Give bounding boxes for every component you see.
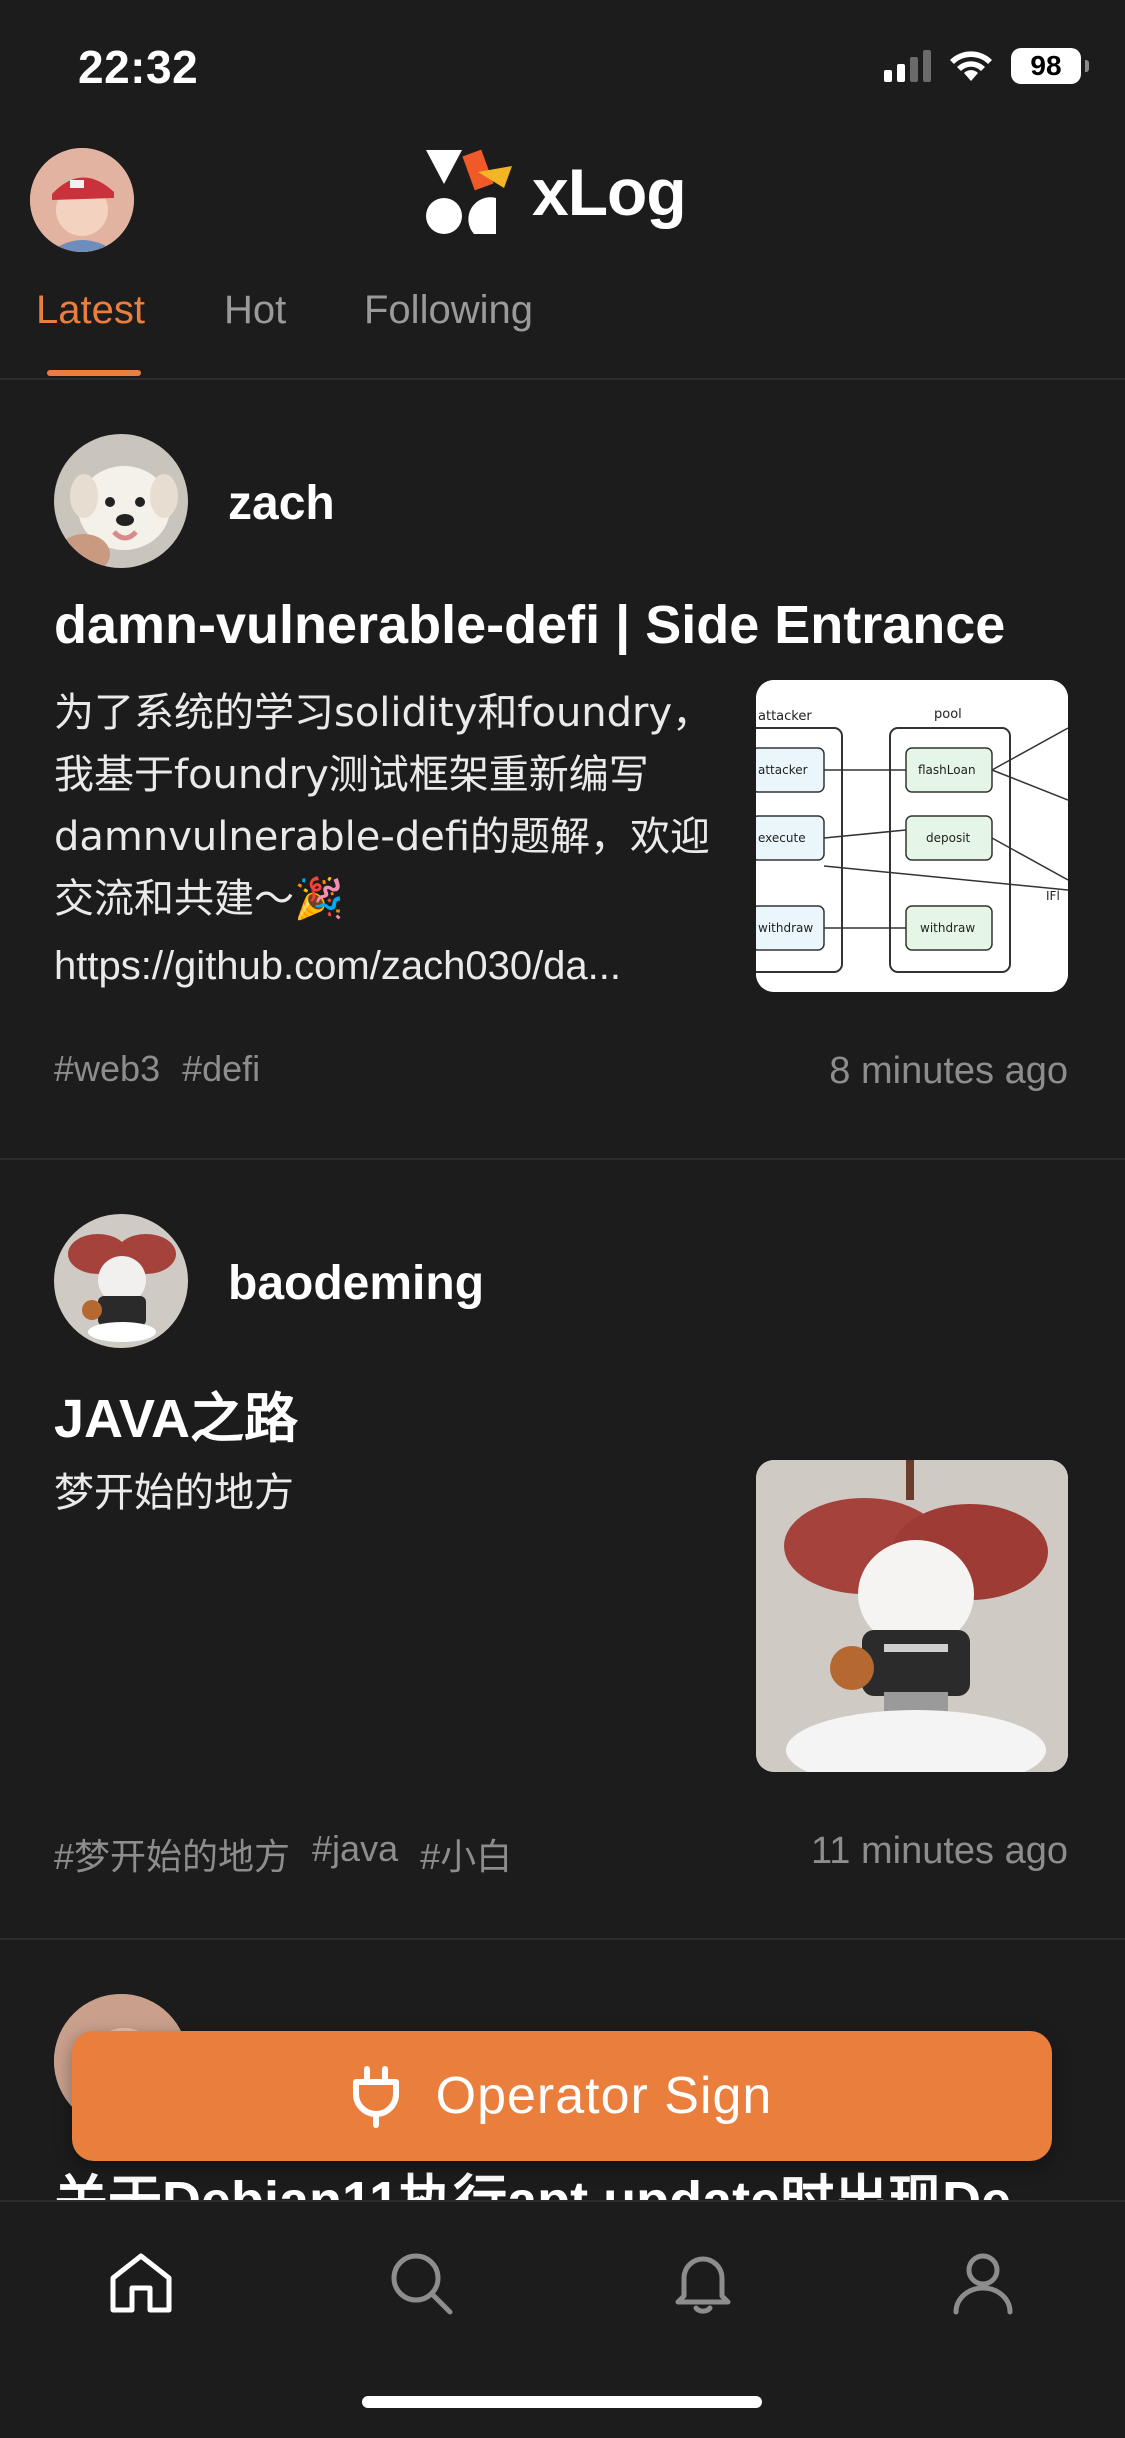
- svg-text:flashLoan: flashLoan: [918, 763, 976, 777]
- svg-text:IFl: IFl: [1046, 889, 1060, 903]
- author-name[interactable]: baodeming: [228, 1256, 484, 1311]
- app-logo: xLog: [424, 146, 687, 238]
- post-timestamp: 8 minutes ago: [829, 1050, 1068, 1092]
- tab-hot[interactable]: Hot: [224, 288, 286, 333]
- nav-home[interactable]: [96, 2238, 186, 2328]
- post-thumbnail[interactable]: [756, 1460, 1068, 1772]
- svg-text:attacker: attacker: [758, 763, 808, 777]
- post-tags: #web3 #defi: [54, 1048, 260, 1090]
- post-tags: #梦开始的地方 #java #小白: [54, 1828, 512, 1880]
- profile-icon: [953, 2253, 1013, 2315]
- svg-text:deposit: deposit: [926, 831, 971, 845]
- search-icon: [391, 2253, 453, 2315]
- app-name: xLog: [532, 155, 687, 229]
- svg-text:attacker: attacker: [758, 709, 812, 724]
- nav-profile[interactable]: [938, 2238, 1028, 2328]
- feed-tabs: Latest Hot Following: [0, 282, 1125, 378]
- active-tab-indicator: [47, 370, 141, 376]
- user-avatar[interactable]: [30, 148, 134, 252]
- svg-text:execute: execute: [758, 831, 806, 845]
- nav-search[interactable]: [376, 2238, 466, 2328]
- operator-sign-button[interactable]: Operator Sign: [72, 2031, 1052, 2161]
- status-icons: 98: [884, 48, 1089, 84]
- author-avatar[interactable]: [54, 1214, 188, 1348]
- wifi-icon: [950, 51, 992, 81]
- post-title[interactable]: JAVA之路: [54, 1374, 298, 1453]
- post-card[interactable]: baodeming JAVA之路 梦开始的地方 #梦开始的地方 #java #小…: [0, 1160, 1125, 1938]
- tab-following[interactable]: Following: [364, 288, 533, 333]
- tag[interactable]: #defi: [182, 1048, 260, 1090]
- tag[interactable]: #java: [312, 1828, 398, 1880]
- svg-text:pool: pool: [934, 707, 962, 722]
- home-icon: [110, 2253, 172, 2313]
- home-indicator: [362, 2396, 762, 2408]
- tag[interactable]: #小白: [420, 1828, 512, 1880]
- post-title[interactable]: 关于Debian11执行apt update时出现De...: [54, 2156, 1056, 2200]
- battery-indicator: 98: [1011, 48, 1089, 84]
- plug-icon: [352, 2066, 399, 2128]
- xlog-logo-icon: [426, 149, 512, 234]
- author-name[interactable]: zach: [228, 476, 335, 531]
- post-excerpt: 梦开始的地方: [54, 1470, 294, 1516]
- post-link[interactable]: https://github.com/zach030/da...: [54, 944, 714, 989]
- nav-notifications[interactable]: [658, 2238, 748, 2328]
- author-avatar[interactable]: [54, 434, 188, 568]
- tag[interactable]: #梦开始的地方: [54, 1828, 290, 1880]
- post-title[interactable]: damn-vulnerable-defi | Side Entrance: [54, 594, 1005, 656]
- tab-latest[interactable]: Latest: [36, 288, 145, 333]
- post-timestamp: 11 minutes ago: [810, 1830, 1068, 1872]
- post-card[interactable]: zach damn-vulnerable-defi | Side Entranc…: [0, 380, 1125, 1158]
- svg-text:withdraw: withdraw: [758, 921, 813, 935]
- svg-text:withdraw: withdraw: [920, 921, 975, 935]
- status-time: 22:32: [78, 41, 199, 93]
- cellular-signal-icon: [884, 50, 931, 82]
- bell-icon: [675, 2256, 731, 2314]
- post-excerpt: 为了系统的学习solidity和foundry，我基于foundry测试框架重新…: [54, 690, 713, 922]
- post-thumbnail[interactable]: attacker pool attacker flashLoan execute…: [756, 680, 1068, 992]
- operator-sign-label: Operator Sign: [435, 2067, 773, 2125]
- tag[interactable]: #web3: [54, 1048, 160, 1090]
